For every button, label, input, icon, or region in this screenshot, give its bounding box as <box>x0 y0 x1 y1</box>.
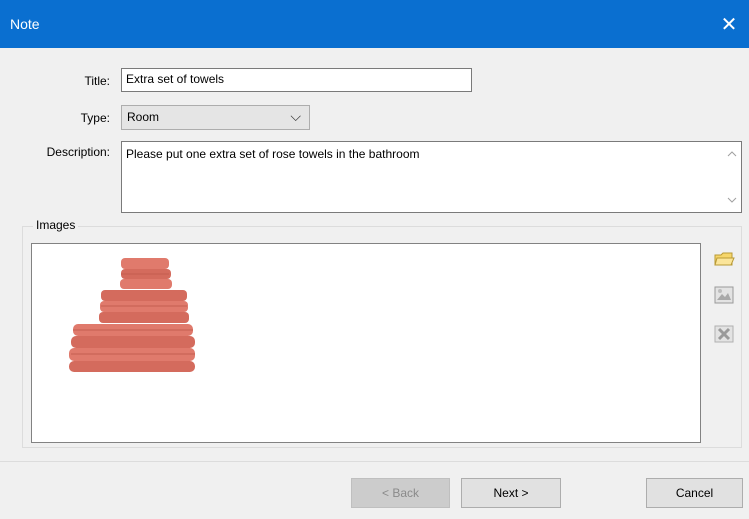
description-label: Description: <box>46 145 110 159</box>
scroll-up-icon[interactable] <box>727 150 737 158</box>
description-textarea[interactable]: Please put one extra set of rose towels … <box>121 141 742 213</box>
scroll-down-icon[interactable] <box>727 196 737 204</box>
delete-x-icon <box>714 325 734 343</box>
description-text: Please put one extra set of rose towels … <box>126 147 420 161</box>
description-scrollbar[interactable] <box>724 142 741 212</box>
type-label: Type: <box>80 111 110 125</box>
cancel-button[interactable]: Cancel <box>646 478 743 508</box>
title-input-value: Extra set of towels <box>126 72 225 86</box>
add-image-button[interactable] <box>711 247 737 271</box>
title-input[interactable]: Extra set of towels <box>121 68 472 92</box>
type-select-value: Room <box>127 110 160 124</box>
images-panel[interactable] <box>31 243 701 443</box>
window-titlebar: Note ✕ <box>0 0 749 48</box>
title-label: Title: <box>84 74 110 88</box>
delete-image-button[interactable] <box>711 322 737 346</box>
close-button[interactable]: ✕ <box>709 0 749 48</box>
view-image-button[interactable] <box>711 283 737 307</box>
close-icon: ✕ <box>720 13 738 36</box>
towel-stack-image[interactable] <box>65 254 197 374</box>
picture-icon <box>714 286 734 304</box>
window-title: Note <box>10 16 40 32</box>
footer-divider <box>0 461 749 462</box>
type-select[interactable]: Room ⌵ <box>121 105 310 130</box>
images-group-label: Images <box>33 218 79 232</box>
open-folder-icon <box>714 252 735 266</box>
chevron-down-icon: ⌵ <box>290 108 301 124</box>
back-button[interactable]: < Back <box>351 478 450 508</box>
next-button[interactable]: Next > <box>461 478 561 508</box>
